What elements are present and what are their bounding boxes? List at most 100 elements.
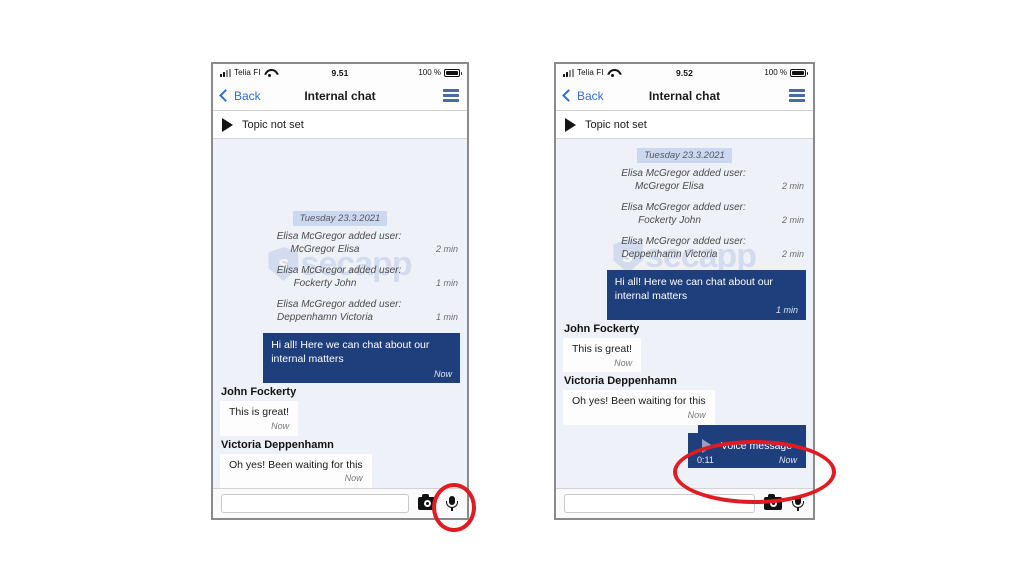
voice-message-duration: 0:11 bbox=[697, 454, 714, 465]
microphone-icon[interactable] bbox=[445, 495, 459, 512]
message-timestamp: Now bbox=[433, 368, 452, 379]
phone-mockup-right: Telia FI 9.52 100 % Back Internal chat T… bbox=[554, 62, 815, 520]
message-row-incoming: This is great! Now bbox=[563, 337, 806, 373]
navigation-bar: Back Internal chat bbox=[213, 81, 467, 111]
system-message-body: McGregor Elisa 2 min bbox=[563, 181, 804, 194]
screenshot-canvas: Telia FI 9.51 100 % Back Internal chat T… bbox=[0, 0, 1024, 576]
navigation-bar: Back Internal chat bbox=[556, 81, 813, 111]
message-bubble-incoming[interactable]: This is great! Now bbox=[563, 337, 642, 373]
play-triangle-icon[interactable] bbox=[701, 438, 713, 453]
message-text: Hi all! Here we can chat about our inter… bbox=[271, 339, 430, 366]
date-divider-label: Tuesday 23.3.2021 bbox=[637, 148, 732, 163]
back-button-label: Back bbox=[577, 88, 604, 103]
system-message-subject: Deppenhamn Victoria bbox=[276, 311, 373, 323]
chat-message-list[interactable]: s secapp Tuesday 23.3.2021 Elisa McGrego… bbox=[213, 139, 467, 488]
play-triangle-icon bbox=[565, 117, 576, 132]
system-message-subject: Fockerty John bbox=[638, 214, 701, 226]
camera-icon[interactable] bbox=[418, 494, 436, 510]
voice-message-footer: 0:11 Now bbox=[697, 455, 797, 465]
message-input[interactable] bbox=[221, 494, 409, 513]
system-message: Elisa McGregor added user: Fockerty John… bbox=[220, 265, 460, 290]
battery-full-icon bbox=[790, 68, 808, 77]
system-message-action: Elisa McGregor added user: bbox=[621, 236, 746, 247]
system-message-age: 1 min bbox=[435, 311, 458, 322]
back-button[interactable]: Back bbox=[219, 88, 261, 103]
status-bar-clock: 9.51 bbox=[331, 67, 349, 78]
message-text: This is great! bbox=[229, 406, 290, 419]
message-timestamp: 1 min bbox=[775, 305, 798, 316]
message-timestamp: Now bbox=[687, 409, 706, 420]
date-divider-label: Tuesday 23.3.2021 bbox=[292, 211, 388, 227]
message-text: Oh yes! Been waiting for this bbox=[572, 395, 706, 408]
message-text: Oh yes! Been waiting for this bbox=[229, 458, 363, 471]
system-message-action: Elisa McGregor added user: bbox=[621, 202, 746, 213]
message-timestamp: Now bbox=[614, 357, 633, 368]
system-message-subject: Deppenhamn Victoria bbox=[621, 248, 718, 260]
system-message-action: Elisa McGregor added user: bbox=[621, 168, 746, 179]
system-message: Elisa McGregor added user: McGregor Elis… bbox=[563, 168, 806, 193]
chevron-left-icon bbox=[562, 89, 575, 102]
system-message-action: Elisa McGregor added user: bbox=[276, 299, 402, 311]
system-message-body: Fockerty John 2 min bbox=[563, 215, 804, 228]
system-message-action: Elisa McGregor added user: bbox=[276, 231, 402, 243]
message-bubble-incoming[interactable]: Oh yes! Been waiting for this Now bbox=[220, 453, 372, 488]
system-message: Elisa McGregor added user: Deppenhamn Vi… bbox=[220, 299, 460, 324]
system-message-age: 2 min bbox=[781, 180, 804, 191]
message-sender-name: Victoria Deppenhamn bbox=[564, 375, 677, 388]
voice-message-header: Voice message bbox=[697, 438, 797, 453]
system-message-age: 2 min bbox=[781, 214, 804, 225]
message-input-bar bbox=[556, 488, 813, 518]
chat-message-list[interactable]: s secapp Tuesday 23.3.2021 Elisa McGrego… bbox=[556, 139, 813, 488]
system-message-age: 2 min bbox=[435, 243, 458, 254]
message-text: This is great! bbox=[572, 342, 633, 355]
system-message-age: 1 min bbox=[435, 277, 458, 288]
system-message-subject: McGregor Elisa bbox=[290, 243, 360, 255]
message-row-incoming: Oh yes! Been waiting for this Now bbox=[563, 390, 806, 425]
system-message-body: Deppenhamn Victoria 2 min bbox=[563, 249, 804, 262]
system-message: Elisa McGregor added user: Fockerty John… bbox=[563, 202, 806, 227]
message-row-outgoing: Hi all! Here we can chat about our inter… bbox=[563, 270, 806, 320]
topic-label: Topic not set bbox=[585, 118, 647, 131]
microphone-icon[interactable] bbox=[791, 495, 805, 512]
message-bubble-outgoing[interactable]: Hi all! Here we can chat about our inter… bbox=[606, 270, 806, 320]
camera-icon[interactable] bbox=[764, 494, 782, 510]
play-triangle-icon bbox=[222, 117, 233, 132]
message-row-incoming: Oh yes! Been waiting for this Now bbox=[220, 453, 460, 488]
message-sender-name: Victoria Deppenhamn bbox=[221, 438, 334, 451]
hamburger-menu-icon[interactable] bbox=[789, 89, 805, 102]
message-input-bar bbox=[213, 488, 467, 518]
message-bubble-incoming[interactable]: This is great! Now bbox=[220, 401, 299, 436]
message-text: Hi all! Here we can chat about our inter… bbox=[614, 276, 773, 302]
system-message-subject: McGregor Elisa bbox=[635, 180, 704, 192]
topic-row[interactable]: Topic not set bbox=[213, 111, 467, 139]
battery-full-icon bbox=[444, 68, 462, 77]
system-message-body: McGregor Elisa 2 min bbox=[220, 244, 458, 257]
message-row-outgoing: Hi all! Here we can chat about our inter… bbox=[220, 333, 460, 384]
system-message: Elisa McGregor added user: Deppenhamn Vi… bbox=[563, 236, 806, 261]
system-message-subject: Fockerty John bbox=[293, 277, 357, 289]
back-button-label: Back bbox=[234, 88, 261, 103]
message-bubble-incoming[interactable]: Oh yes! Been waiting for this Now bbox=[563, 390, 715, 425]
topic-row[interactable]: Topic not set bbox=[556, 111, 813, 139]
topic-label: Topic not set bbox=[242, 118, 304, 131]
system-message-body: Fockerty John 1 min bbox=[220, 278, 458, 291]
voice-message-timestamp: Now bbox=[778, 454, 797, 465]
voice-message-row: Voice message 0:11 Now bbox=[563, 432, 806, 468]
system-message-action: Elisa McGregor added user: bbox=[276, 265, 402, 277]
message-sender-name: John Fockerty bbox=[221, 386, 297, 399]
message-input[interactable] bbox=[564, 494, 755, 513]
date-divider: Tuesday 23.3.2021 bbox=[563, 148, 806, 163]
message-sender-name: John Fockerty bbox=[564, 322, 640, 335]
hamburger-menu-icon[interactable] bbox=[443, 89, 459, 102]
voice-message-label: Voice message bbox=[720, 439, 793, 452]
message-row-incoming: This is great! Now bbox=[220, 401, 460, 436]
back-button[interactable]: Back bbox=[562, 88, 604, 103]
date-divider: Tuesday 23.3.2021 bbox=[220, 211, 460, 227]
message-timestamp: Now bbox=[344, 473, 363, 484]
message-bubble-outgoing[interactable]: Hi all! Here we can chat about our inter… bbox=[263, 333, 460, 384]
status-bar-clock: 9.52 bbox=[676, 67, 693, 78]
status-bar: Telia FI 9.51 100 % bbox=[213, 64, 467, 81]
voice-message-bubble[interactable]: Voice message 0:11 Now bbox=[688, 432, 806, 468]
chevron-left-icon bbox=[219, 89, 232, 102]
system-message: Elisa McGregor added user: McGregor Elis… bbox=[220, 231, 460, 256]
